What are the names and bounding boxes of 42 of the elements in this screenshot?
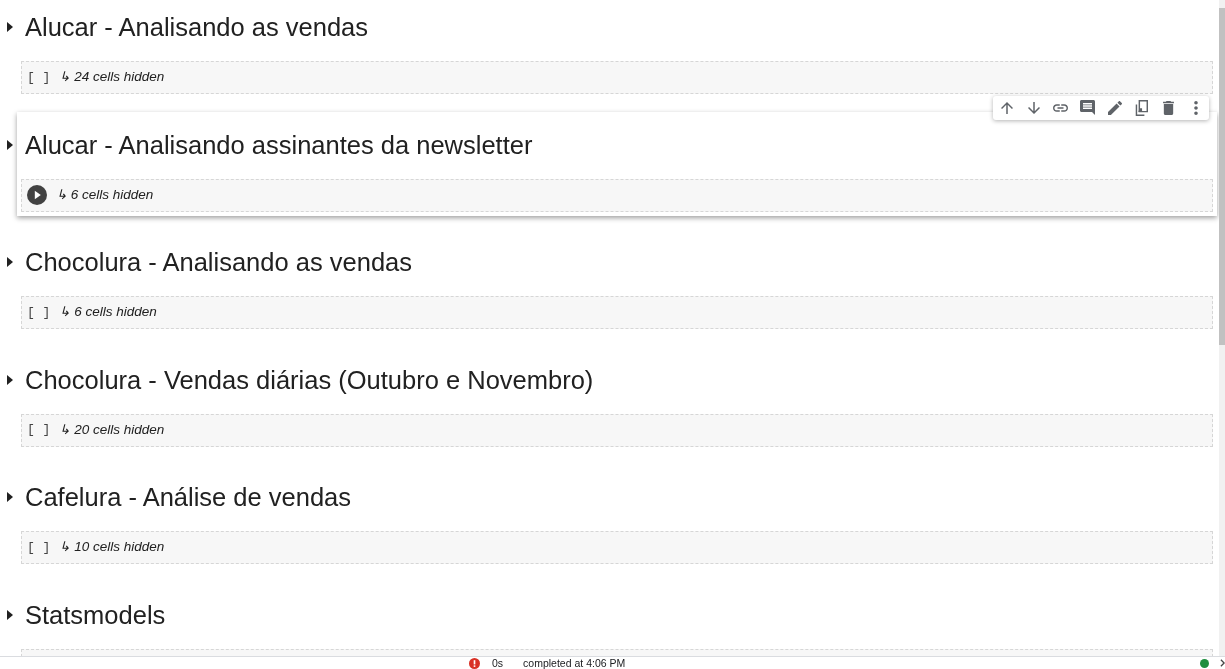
status-message: completed at 4:06 PM [523,657,626,669]
section-heading: Statsmodels [25,599,167,631]
execution-count-label: [ ] [27,68,51,87]
caret-icon[interactable] [7,492,13,502]
caret-icon[interactable] [7,22,13,32]
hidden-cells-box[interactable]: ↳ 6 cells hidden [21,178,1213,212]
section-heading: Cafelura - Análise de vendas [25,482,353,513]
scrollbar-thumb[interactable] [1219,8,1225,345]
arrow-up-icon[interactable] [1000,101,1013,114]
comment-icon[interactable] [1080,100,1095,115]
link-icon[interactable] [1053,103,1068,112]
chevron-icon[interactable] [1220,659,1225,667]
copy-to-icon[interactable] [1135,99,1148,116]
hidden-cells-box[interactable]: [ ] ↳ 20 cells hidden [21,413,1213,447]
caret-icon[interactable] [7,139,13,150]
execution-count-label: [ ] [27,421,51,440]
section-heading: Chocolura - Vendas diárias (Outubro e Novembro) [25,364,595,396]
hidden-cells-box[interactable]: [ ] ↳ 10 cells hidden [21,531,1213,564]
trash-icon[interactable] [1163,100,1174,115]
play-icon [27,185,47,205]
section-heading: Alucar - Analisando as vendas [25,12,370,43]
execution-count-label: [ ] [27,303,51,322]
run-button[interactable] [27,185,47,205]
section-card[interactable]: Alucar - Analisando assinantes da newsletter ↳ 6 cells hidden [17,111,1217,216]
hidden-cells-label[interactable]: ↳ 24 cells hidden [59,67,165,88]
pencil-icon[interactable] [1107,100,1122,115]
caret-icon[interactable] [7,374,13,385]
more-icon[interactable] [1193,100,1198,115]
arrow-down-icon[interactable] [1027,101,1040,114]
hidden-cells-box[interactable]: [ ] ↳ 24 cells hidden [21,61,1213,94]
status-dot-icon [1200,658,1209,668]
execution-count-label: [ ] [27,538,51,557]
duration-label: 0s [492,657,504,669]
caret-icon[interactable] [7,257,13,267]
hidden-cells-label[interactable]: ↳ 6 cells hidden [56,184,154,206]
section-heading: Chocolura - Analisando as vendas [25,247,413,278]
caret-icon[interactable] [7,609,13,620]
hidden-cells-label[interactable]: ↳ 10 cells hidden [59,537,165,558]
hidden-cells-label[interactable]: ↳ 6 cells hidden [59,302,157,323]
hidden-cells-box[interactable]: [ ] ↳ 6 cells hidden [21,296,1213,329]
section-heading: Alucar - Analisando assinantes da newsletter [25,129,534,161]
hidden-cells-label[interactable]: ↳ 20 cells hidden [59,419,165,441]
